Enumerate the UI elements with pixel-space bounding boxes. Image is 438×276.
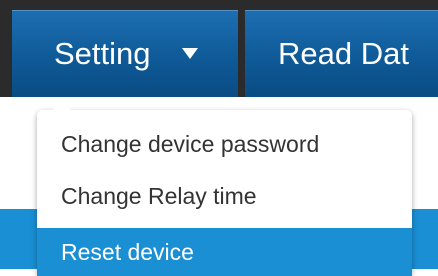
- setting-menu-button[interactable]: Setting: [12, 10, 238, 97]
- read-data-label: Read Dat: [278, 36, 409, 71]
- caret-down-icon: [182, 48, 198, 59]
- menu-item-change-password[interactable]: Change device password: [37, 125, 412, 163]
- setting-dropdown-menu: Change device password Change Relay time…: [37, 101, 412, 276]
- menu-item-label: Change Relay time: [61, 183, 257, 209]
- menu-item-change-relay-time[interactable]: Change Relay time: [37, 177, 412, 215]
- top-navigation-bar: Setting Read Dat: [0, 0, 438, 97]
- menu-item-label: Change device password: [61, 131, 320, 157]
- setting-menu-label: Setting: [54, 36, 151, 71]
- dropdown-pointer: [52, 101, 72, 111]
- read-data-button[interactable]: Read Dat: [245, 10, 438, 97]
